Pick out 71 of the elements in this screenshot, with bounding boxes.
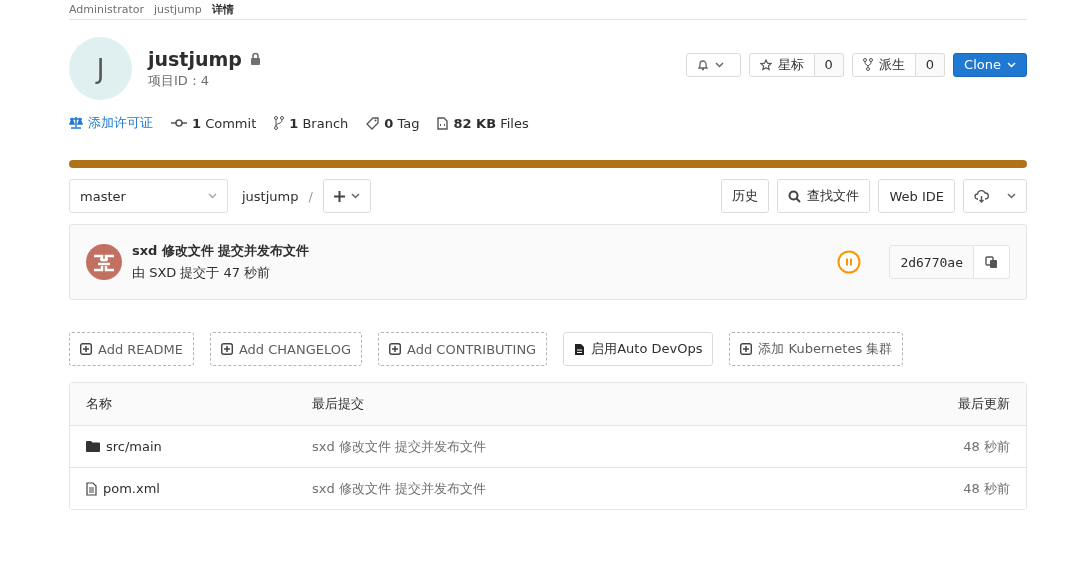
web-ide-button[interactable]: Web IDE [878, 179, 955, 213]
cloud-download-icon [974, 189, 989, 203]
plus-square-icon [80, 343, 92, 355]
fork-icon [862, 58, 873, 71]
file-link[interactable]: pom.xml [86, 481, 312, 496]
copy-button[interactable] [974, 245, 1010, 279]
document-icon [574, 342, 586, 356]
updated-time: 48 秒前 [963, 479, 1010, 498]
caret-icon [350, 193, 360, 199]
history-button[interactable]: 历史 [721, 179, 770, 213]
commit-message[interactable]: sxd 修改文件 提交并发布文件 [312, 437, 486, 456]
plus-icon [333, 190, 345, 202]
file-name: pom.xml [103, 481, 160, 496]
branch-link[interactable]: 1 Branch [274, 115, 349, 131]
user-avatar [86, 244, 122, 280]
column-header: 最后更新 [958, 395, 1010, 413]
add-button[interactable] [322, 179, 371, 213]
fork-count: 0 [915, 52, 946, 77]
scale-icon [69, 117, 83, 129]
commit-message[interactable]: sxd 修改文件 提交并发布文件 [312, 479, 486, 498]
branch-select[interactable]: master [69, 179, 228, 213]
project-avatar: J [69, 37, 132, 100]
add-file-button[interactable]: Add CONTRIBUTING [378, 332, 548, 366]
plus-square-icon [389, 343, 402, 355]
search-icon [788, 189, 802, 203]
file-link[interactable]: src/main [86, 439, 312, 454]
caret-icon [1007, 61, 1016, 68]
commit-icon [171, 119, 187, 127]
file-icon [86, 481, 97, 496]
add-file-button[interactable]: Add CHANGELOG [209, 332, 363, 366]
bell-icon [696, 58, 709, 71]
tag-link[interactable]: 0 Tag [366, 115, 420, 131]
repo-path[interactable]: justjump [242, 188, 299, 204]
fork-button[interactable]: 派生 [851, 52, 916, 77]
commit-meta: 由 SXD 提交于 47 秒前 [132, 264, 272, 282]
file-name: src/main [106, 439, 162, 454]
breadcrumb-item[interactable]: Administrator [69, 3, 144, 16]
clone-button[interactable]: Clone [953, 52, 1027, 77]
plus-square-icon [220, 343, 233, 355]
column-header: 名称 [86, 395, 112, 413]
updated-time: 48 秒前 [963, 437, 1010, 456]
file-icon [437, 116, 449, 130]
plus-square-icon [740, 343, 753, 355]
download-button[interactable] [963, 179, 1027, 213]
pause-status-icon[interactable] [837, 250, 862, 274]
breadcrumb-item[interactable]: justjump [154, 3, 202, 16]
license-link[interactable]: 添加许可证 [69, 114, 153, 132]
add-file-button[interactable]: 添加 Kubernetes 集群 [729, 332, 904, 366]
commit-link[interactable]: 1 Commit [171, 115, 257, 131]
copy-icon [985, 255, 998, 269]
caret-icon [1007, 193, 1016, 199]
caret-icon [208, 193, 217, 199]
files-link[interactable]: 82 KB Files [437, 115, 529, 131]
folder-icon [86, 441, 100, 452]
project-name: justjump [148, 47, 242, 70]
project-id: 项目ID：4 [148, 71, 211, 90]
column-header: 最后提交 [312, 395, 364, 413]
enable-button[interactable]: 启用Auto DevOps [563, 332, 714, 366]
star-icon [759, 58, 772, 71]
branch-icon [274, 116, 285, 130]
commit-title[interactable]: sxd 修改文件 提交并发布文件 [132, 242, 828, 260]
star-button[interactable]: 星标 [748, 52, 815, 77]
add-file-button[interactable]: Add README [69, 332, 194, 366]
commit-sha[interactable]: 2d6770ae [889, 245, 974, 279]
breadcrumb-item[interactable]: 详情 [211, 2, 234, 17]
caret-icon [714, 61, 724, 68]
notification-button[interactable] [685, 52, 741, 77]
find-file-button[interactable]: 查找文件 [777, 179, 871, 213]
tag-icon [366, 116, 380, 130]
path-separator: / [308, 188, 313, 204]
star-count: 0 [814, 52, 844, 77]
